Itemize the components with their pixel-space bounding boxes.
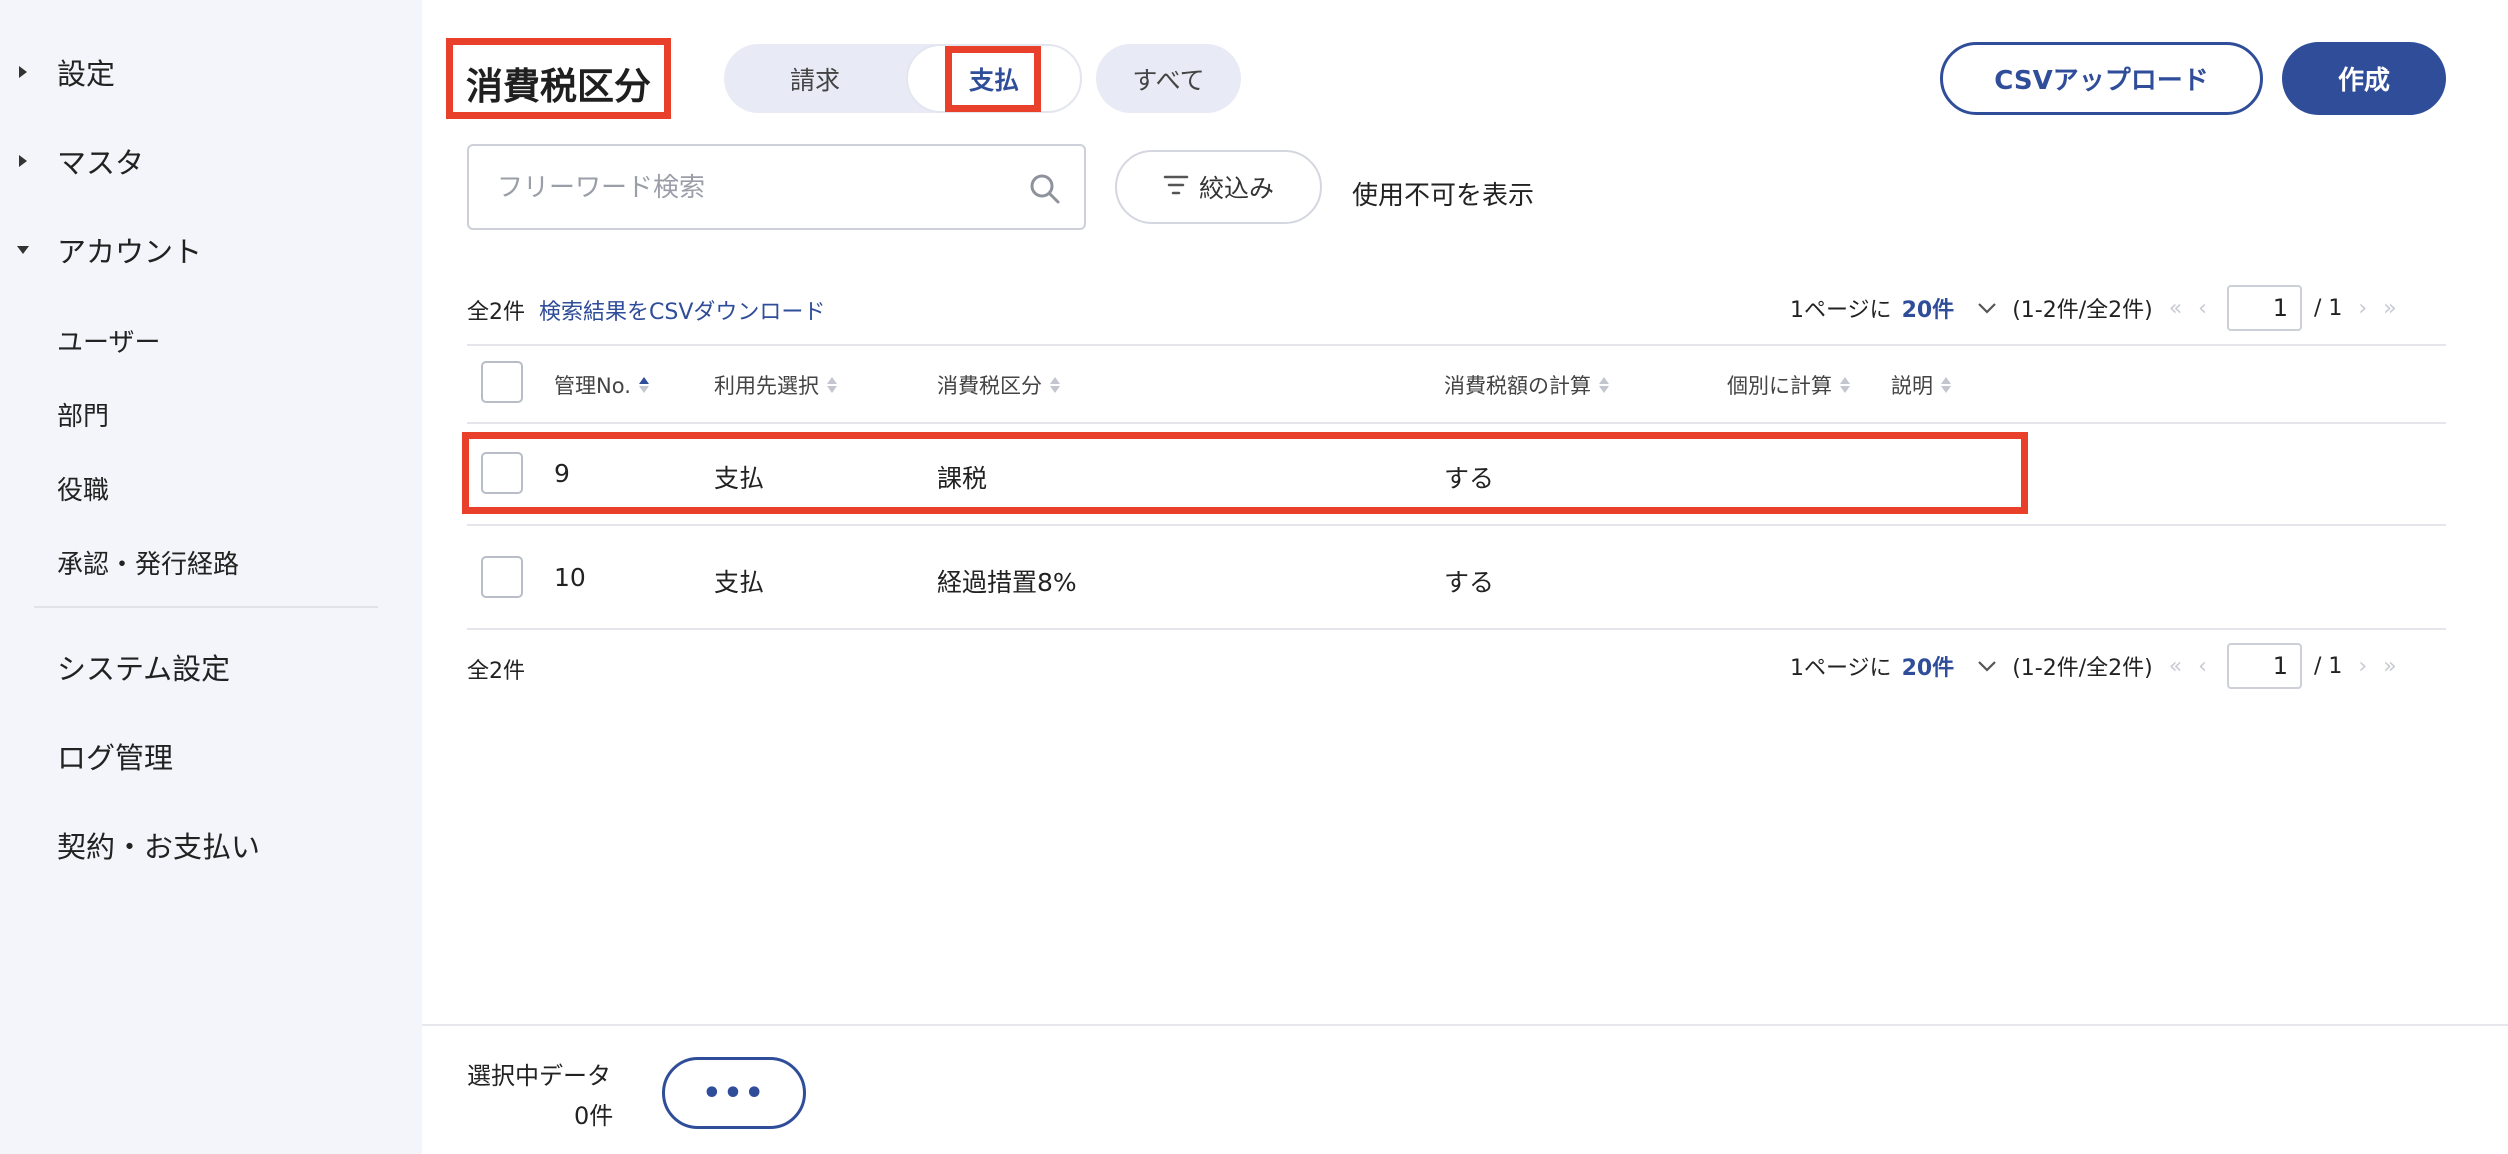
chevron-down-icon[interactable]: [1976, 655, 1998, 677]
table-top-border: [467, 344, 2446, 346]
search-box: [467, 144, 1086, 230]
next-page-button[interactable]: ›: [2358, 296, 2367, 321]
page-range: (1-2件/全2件): [2012, 656, 2153, 681]
sidebar: 設定 マスタ アカウント ユーザー 部門 役職 承認・発行経路 システム設定 ロ…: [0, 0, 422, 1154]
create-button[interactable]: 作成: [2282, 42, 2446, 115]
sidebar-group-master[interactable]: マスタ: [0, 131, 422, 191]
selected-data-label: 選択中データ: [467, 1062, 611, 1090]
page-number-input[interactable]: [2226, 643, 2302, 689]
sidebar-item-approval-routes[interactable]: 承認・発行経路: [57, 544, 239, 581]
sort-icon: [827, 377, 837, 393]
cell-no: 10: [554, 563, 586, 592]
sidebar-divider: [34, 606, 378, 608]
sort-icon: [638, 377, 649, 393]
caret-right-icon: [16, 65, 30, 79]
total-count: 全2件: [467, 659, 525, 684]
search-input[interactable]: [497, 166, 997, 210]
segment-all[interactable]: すべて: [1096, 44, 1241, 113]
selected-data-count: 0件: [574, 1102, 614, 1130]
caret-right-icon: [16, 154, 30, 168]
pagination-bottom: 1ページに 20件 (1-2件/全2件) « ‹ / 1 › »: [1790, 643, 2397, 689]
column-header-usage[interactable]: 利用先選択: [714, 370, 837, 400]
sidebar-item-log-management[interactable]: ログ管理: [57, 735, 173, 777]
sidebar-group-settings[interactable]: 設定: [0, 42, 422, 102]
per-page-label: 1ページに: [1790, 656, 1892, 681]
total-pages: / 1: [2313, 295, 2343, 321]
sort-icon: [1840, 377, 1850, 393]
highlight-box: [462, 432, 2028, 514]
sidebar-group-label: アカウント: [57, 235, 203, 269]
sort-icon: [1050, 377, 1060, 393]
sort-icon: [1599, 377, 1609, 393]
prev-page-button[interactable]: ‹: [2198, 654, 2207, 679]
cell-category: 課税: [937, 464, 988, 493]
sidebar-group-label: マスタ: [57, 146, 145, 180]
cell-tax-calc: する: [1444, 464, 1495, 493]
total-pages: / 1: [2313, 653, 2343, 679]
cell-usage: 支払: [714, 464, 765, 493]
show-disabled-toggle[interactable]: 使用不可を表示: [1352, 175, 1534, 212]
total-count: 全2件: [467, 300, 525, 325]
filter-button[interactable]: 絞込み: [1115, 150, 1322, 224]
last-page-button[interactable]: »: [2383, 654, 2396, 679]
sort-icon: [1941, 377, 1951, 393]
csv-download-link[interactable]: 検索結果をCSVダウンロード: [539, 294, 825, 326]
cell-tax-calc: する: [1444, 568, 1495, 597]
sidebar-item-contract-payment[interactable]: 契約・お支払い: [57, 824, 260, 866]
chevron-down-icon[interactable]: [1976, 297, 1998, 319]
per-page-select[interactable]: 20件: [1902, 650, 1955, 682]
first-page-button[interactable]: «: [2169, 296, 2182, 321]
page-range: (1-2件/全2件): [2012, 298, 2153, 323]
column-header-category[interactable]: 消費税区分: [937, 370, 1060, 400]
sidebar-item-system-settings[interactable]: システム設定: [57, 646, 230, 688]
column-header-tax-calc[interactable]: 消費税額の計算: [1444, 370, 1609, 400]
page-number-input[interactable]: [2226, 285, 2302, 331]
page-title: 消費税区分: [466, 65, 651, 108]
column-header-no[interactable]: 管理No.: [554, 370, 649, 400]
sidebar-item-users[interactable]: ユーザー: [57, 322, 160, 359]
next-page-button[interactable]: ›: [2358, 654, 2367, 679]
segment-payment[interactable]: 支払: [906, 44, 1082, 113]
sidebar-item-departments[interactable]: 部門: [57, 396, 109, 433]
row-checkbox[interactable]: [481, 452, 523, 494]
cell-category: 経過措置8%: [937, 568, 1077, 597]
per-page-select[interactable]: 20件: [1902, 292, 1955, 324]
csv-upload-button[interactable]: CSVアップロード: [1940, 42, 2263, 115]
sidebar-group-label: 設定: [57, 57, 116, 91]
row-divider: [467, 524, 2446, 526]
last-page-button[interactable]: »: [2383, 296, 2396, 321]
more-actions-button[interactable]: •••: [662, 1057, 806, 1129]
per-page-label: 1ページに: [1790, 298, 1892, 323]
cell-no: 9: [554, 459, 570, 488]
sidebar-group-account[interactable]: アカウント: [0, 220, 422, 280]
column-header-description[interactable]: 説明: [1891, 370, 1951, 400]
filter-icon: [1163, 173, 1189, 202]
cell-usage: 支払: [714, 568, 765, 597]
table-header-border: [467, 422, 2446, 424]
table-bottom-border: [467, 628, 2446, 630]
pagination-top: 1ページに 20件 (1-2件/全2件) « ‹ / 1 › »: [1790, 285, 2397, 331]
search-icon[interactable]: [1028, 172, 1062, 206]
first-page-button[interactable]: «: [2169, 654, 2182, 679]
filter-label: 絞込み: [1198, 174, 1274, 203]
column-header-individual[interactable]: 個別に計算: [1727, 370, 1850, 400]
select-all-checkbox[interactable]: [481, 361, 523, 403]
row-checkbox[interactable]: [481, 556, 523, 598]
sidebar-item-positions[interactable]: 役職: [57, 470, 109, 507]
segment-billing[interactable]: 請求: [724, 44, 906, 113]
prev-page-button[interactable]: ‹: [2198, 296, 2207, 321]
caret-down-icon: [16, 243, 30, 257]
